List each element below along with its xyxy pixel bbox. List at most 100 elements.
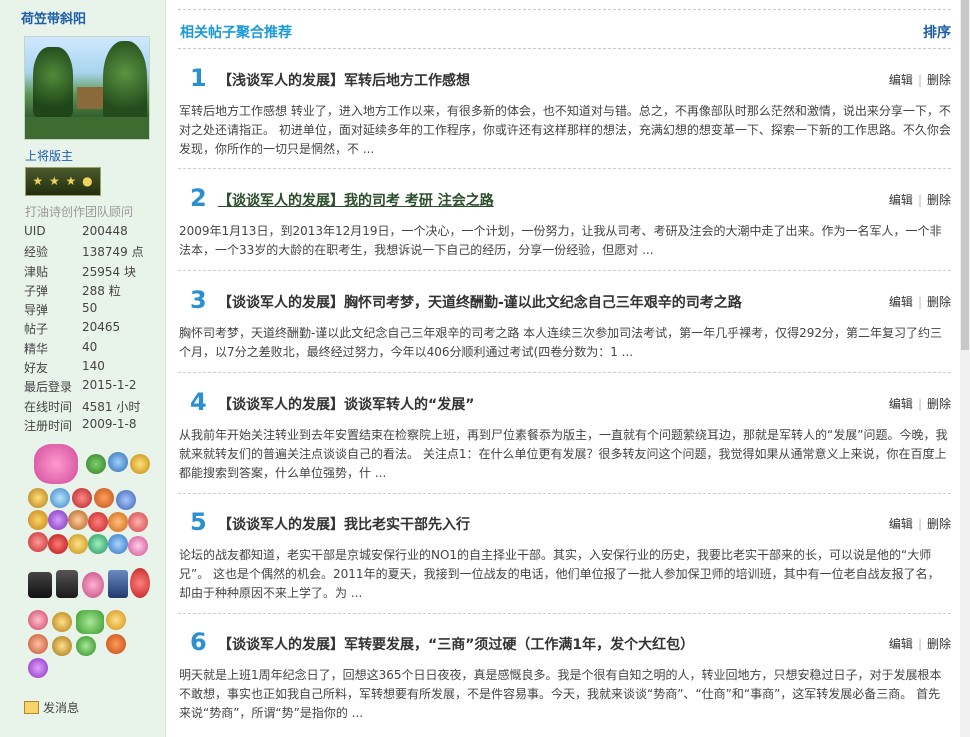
medal-icon[interactable] bbox=[28, 658, 48, 678]
medal-icon[interactable] bbox=[88, 534, 108, 554]
edit-button[interactable]: 编辑 bbox=[889, 517, 913, 531]
medal-icon[interactable] bbox=[108, 452, 128, 472]
stat-value: 138749 点 bbox=[82, 245, 144, 260]
separator: | bbox=[917, 517, 922, 531]
post-title-link[interactable]: 【谈谈军人的发展】胸怀司考梦，天道终酬勤-谨以此文纪念自己三年艰辛的司考之路 bbox=[218, 292, 742, 312]
edit-button[interactable]: 编辑 bbox=[889, 397, 913, 411]
medal-icon[interactable] bbox=[108, 512, 128, 532]
medal-icon[interactable] bbox=[48, 534, 68, 554]
post-actions: 编辑 | 删除 bbox=[889, 515, 951, 532]
post-number: 5 bbox=[190, 508, 207, 536]
rank-badge-icon: ★ ★ ★ ● bbox=[25, 167, 101, 196]
stat-row: 帖子 20465 bbox=[24, 320, 144, 339]
medal-icon[interactable] bbox=[128, 512, 148, 532]
stat-label: UID bbox=[24, 224, 46, 238]
medal-icon[interactable] bbox=[28, 610, 48, 630]
medal-icon[interactable] bbox=[82, 572, 104, 598]
sort-button[interactable]: 排序 bbox=[923, 22, 951, 42]
post-number: 6 bbox=[190, 628, 207, 656]
delete-button[interactable]: 删除 bbox=[927, 517, 951, 531]
medal-icon[interactable] bbox=[116, 490, 136, 510]
profile-stats: UID 200448 经验 138749 点 津贴 25954 块 子弹 288 粒 导… bbox=[24, 224, 144, 436]
stat-label: 津贴 bbox=[24, 264, 49, 279]
medal-icon[interactable] bbox=[130, 454, 150, 474]
stat-label: 精华 bbox=[24, 341, 49, 356]
divider bbox=[178, 9, 951, 10]
post-actions: 编辑 | 删除 bbox=[889, 191, 951, 208]
medal-icon[interactable] bbox=[56, 570, 78, 598]
post-excerpt: 明天就是上班1周年纪念日了，回想这365个日日夜夜，真是感慨良多。我是个很有自知… bbox=[179, 668, 942, 720]
delete-button[interactable]: 删除 bbox=[927, 295, 951, 309]
separator: | bbox=[917, 397, 922, 411]
stat-value: 40 bbox=[82, 339, 98, 354]
stat-label: 导弹 bbox=[24, 303, 49, 318]
username-link[interactable]: 荷笠带斜阳 bbox=[21, 8, 86, 27]
medal-icon[interactable] bbox=[106, 634, 126, 654]
send-message-link[interactable]: 发消息 bbox=[24, 699, 79, 716]
medal-icon[interactable] bbox=[72, 488, 92, 508]
medal-icon[interactable] bbox=[94, 488, 114, 508]
medal-icon[interactable] bbox=[68, 510, 88, 530]
avatar-tree-right bbox=[103, 41, 147, 121]
separator: | bbox=[917, 73, 922, 87]
divider bbox=[178, 270, 951, 271]
stat-label: 经验 bbox=[24, 245, 49, 260]
post-number: 2 bbox=[190, 184, 207, 212]
medal-icon[interactable] bbox=[88, 512, 108, 532]
post-excerpt: 胸怀司考梦，天道终酬勤-谨以此文纪念自己三年艰辛的司考之路 本人连续三次参加司法… bbox=[179, 326, 943, 359]
stat-row: 经验 138749 点 bbox=[24, 243, 144, 262]
medal-icon[interactable] bbox=[68, 534, 88, 554]
medal-icon[interactable] bbox=[106, 610, 126, 630]
delete-button[interactable]: 删除 bbox=[927, 397, 951, 411]
medal-icon[interactable] bbox=[76, 636, 96, 656]
edit-button[interactable]: 编辑 bbox=[889, 637, 913, 651]
post-title-link[interactable]: 【谈谈军人的发展】谈谈军转人的“发展” bbox=[218, 394, 474, 414]
medal-icon[interactable] bbox=[34, 444, 78, 484]
stat-row: 津贴 25954 块 bbox=[24, 263, 144, 282]
medal-icon[interactable] bbox=[108, 534, 128, 554]
edit-button[interactable]: 编辑 bbox=[889, 193, 913, 207]
medal-icon[interactable] bbox=[28, 532, 48, 552]
delete-button[interactable]: 删除 bbox=[927, 73, 951, 87]
medal-icon[interactable] bbox=[52, 612, 72, 632]
medal-icon[interactable] bbox=[130, 568, 150, 598]
medal-icon[interactable] bbox=[48, 510, 68, 530]
delete-button[interactable]: 删除 bbox=[927, 637, 951, 651]
medal-icon[interactable] bbox=[28, 572, 52, 598]
medal-icon[interactable] bbox=[28, 510, 48, 530]
medal-icon[interactable] bbox=[28, 488, 48, 508]
post-excerpt: 论坛的战友都知道，老实干部是京城安保行业的NO1的自主择业干部。其实，入安保行业… bbox=[179, 548, 940, 600]
separator: | bbox=[917, 193, 922, 207]
delete-button[interactable]: 删除 bbox=[927, 193, 951, 207]
medal-icon[interactable] bbox=[76, 610, 104, 634]
medal-icon[interactable] bbox=[128, 536, 148, 556]
divider bbox=[178, 493, 951, 494]
edit-button[interactable]: 编辑 bbox=[889, 295, 913, 309]
post-title-link[interactable]: 【浅谈军人的发展】军转后地方工作感想 bbox=[218, 70, 470, 90]
post-title-link[interactable]: 【谈谈军人的发展】我比老实干部先入行 bbox=[218, 514, 470, 534]
stat-value: 2015-1-2 bbox=[82, 378, 137, 393]
scrollbar-thumb[interactable] bbox=[961, 0, 969, 350]
rank-title[interactable]: 上将版主 bbox=[25, 147, 73, 164]
post-title-link[interactable]: 【谈谈军人的发展】军转要发展，“三商”须过硬（工作满1年，发个大红包） bbox=[218, 634, 694, 654]
divider bbox=[178, 613, 951, 614]
stat-label: 子弹 bbox=[24, 283, 49, 298]
vertical-scrollbar[interactable] bbox=[960, 0, 970, 737]
edit-button[interactable]: 编辑 bbox=[889, 73, 913, 87]
medal-icon[interactable] bbox=[50, 488, 70, 508]
post-title-link[interactable]: 【谈谈军人的发展】我的司考 考研 注会之路 bbox=[218, 190, 494, 210]
avatar-ground bbox=[25, 117, 149, 139]
avatar[interactable] bbox=[24, 36, 150, 140]
stat-label: 好友 bbox=[24, 361, 49, 376]
avatar-hut bbox=[77, 87, 103, 109]
medal-icon[interactable] bbox=[108, 570, 128, 598]
medal-icon[interactable] bbox=[52, 636, 72, 656]
medal-icon[interactable] bbox=[86, 454, 106, 474]
stat-value: 2009-1-8 bbox=[82, 416, 137, 431]
stat-label: 最后登录 bbox=[24, 380, 73, 395]
post-excerpt: 从我前年开始关注转业到去年安置结束在检察院上班，再到尸位素餐忝为版主，一直就有个… bbox=[179, 428, 948, 480]
post-actions: 编辑 | 删除 bbox=[889, 395, 951, 412]
stat-row: 子弹 288 粒 bbox=[24, 282, 144, 301]
stat-value: 288 粒 bbox=[82, 283, 121, 298]
medal-icon[interactable] bbox=[28, 634, 48, 654]
